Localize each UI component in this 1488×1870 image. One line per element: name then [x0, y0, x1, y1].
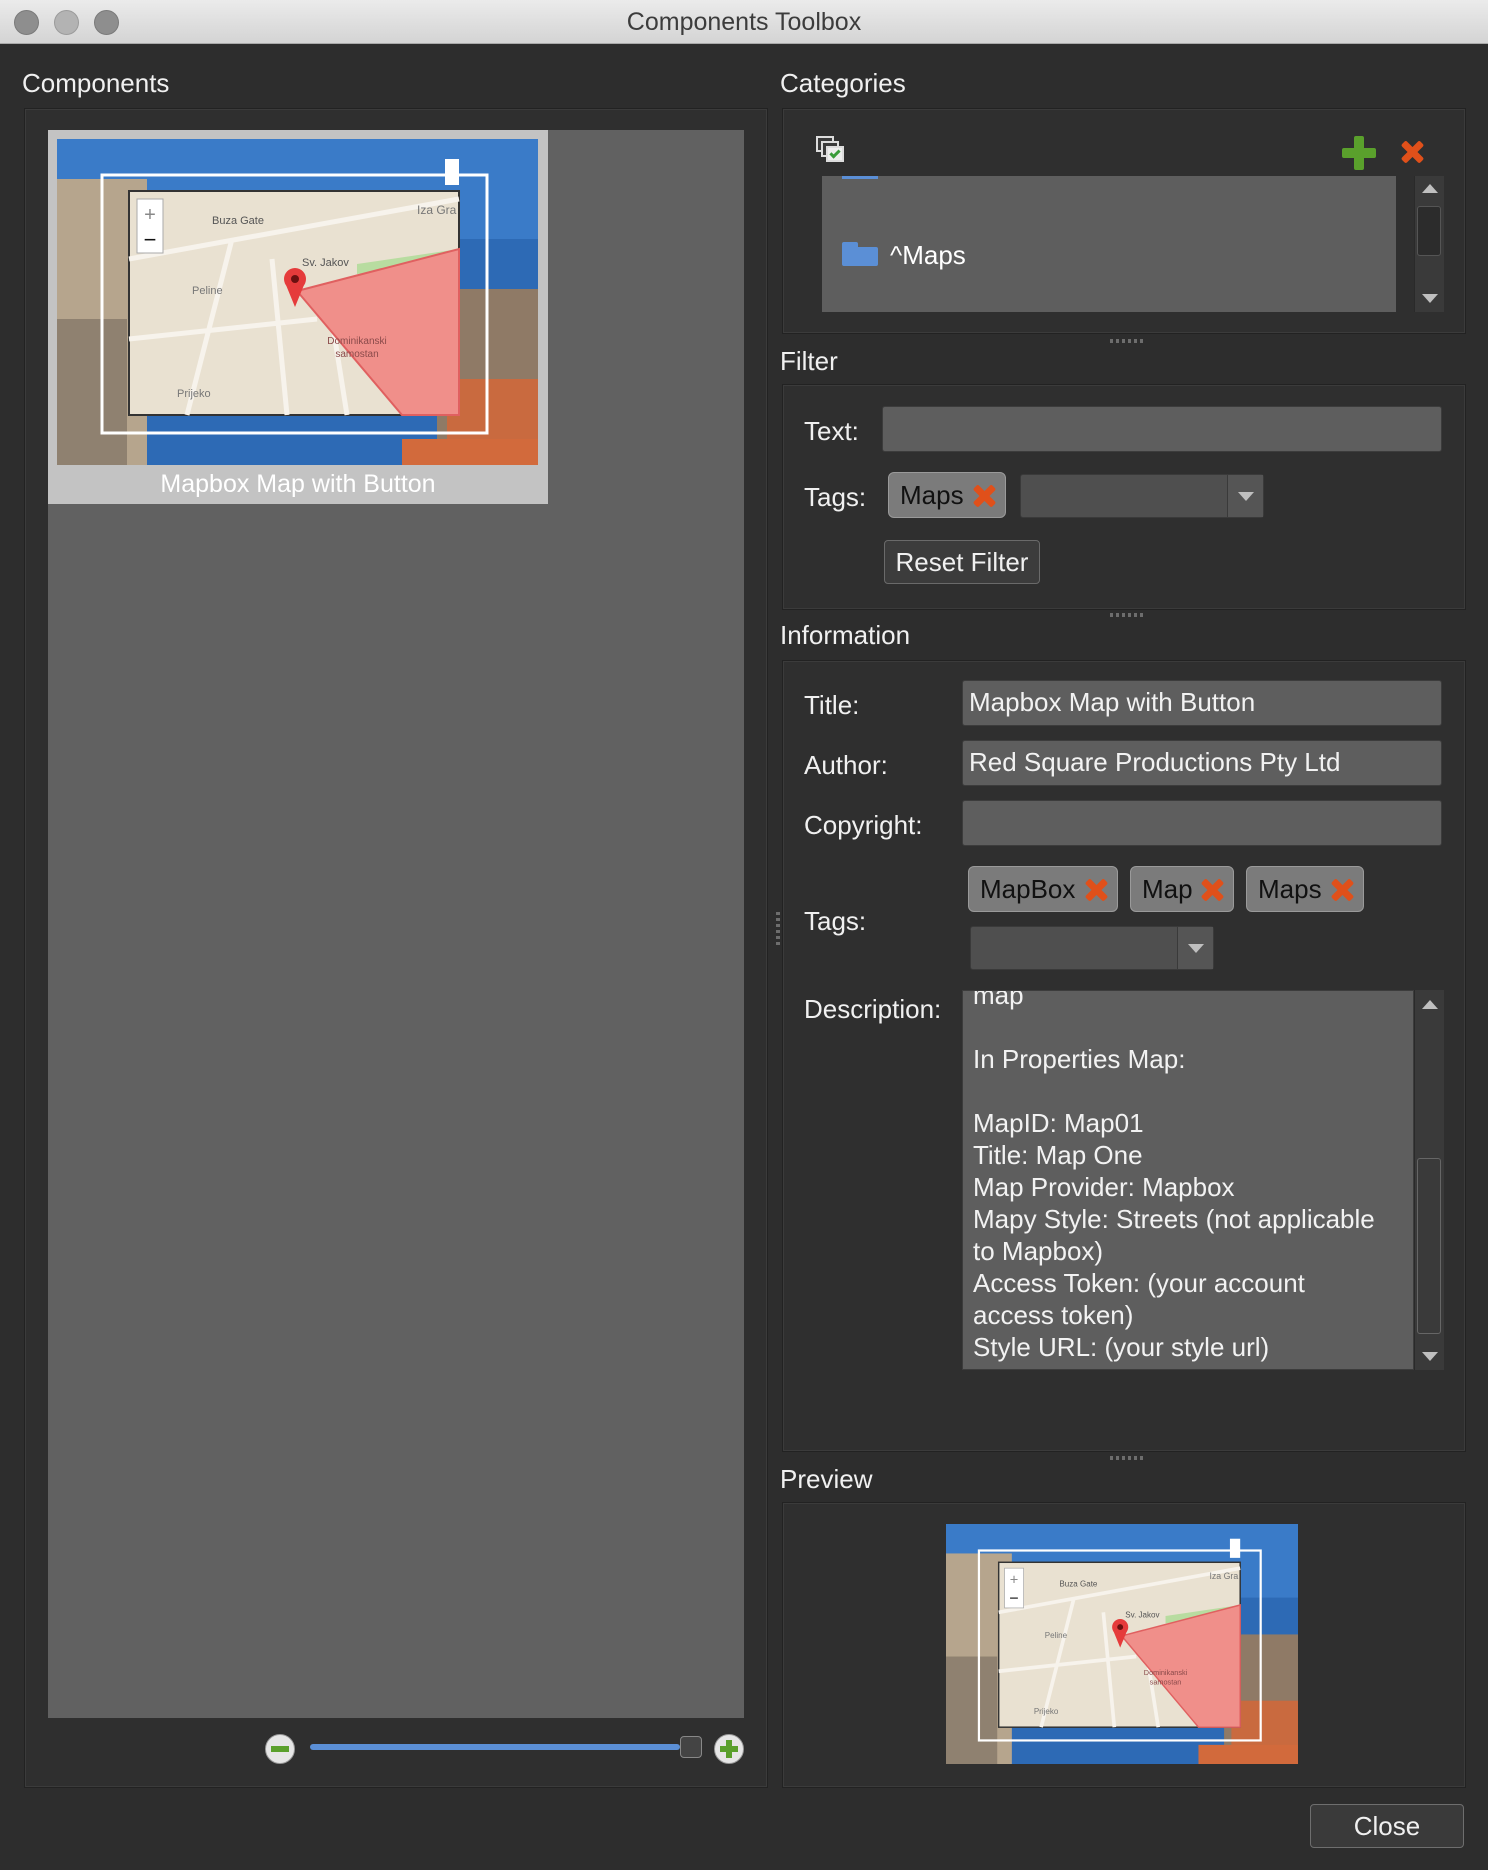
remove-tag-icon[interactable]: [1329, 877, 1355, 903]
description-line: Mapy Style: Streets (not applicable: [973, 1204, 1375, 1234]
zoom-slider-track[interactable]: [310, 1744, 680, 1750]
info-tag-dropdown[interactable]: [970, 926, 1214, 970]
scroll-down-icon[interactable]: [1422, 1352, 1438, 1361]
description-line: to Mapbox): [973, 1236, 1104, 1266]
author-label: Author:: [804, 750, 888, 780]
svg-text:+: +: [144, 204, 156, 226]
title-bar: Components Toolbox: [0, 0, 1488, 44]
add-category-button[interactable]: [1342, 136, 1376, 170]
map-label-peline: Peline: [1045, 1631, 1068, 1640]
description-line: Style URL: (your style url): [973, 1332, 1270, 1362]
svg-text:−: −: [144, 227, 157, 252]
copyright-input[interactable]: [962, 800, 1442, 846]
categories-scrollbar[interactable]: [1414, 176, 1444, 312]
folder-icon: [842, 242, 878, 266]
filter-tags-label: Tags:: [804, 482, 867, 512]
zoom-out-button[interactable]: [265, 1734, 295, 1764]
map-label-buza-gate: Buza Gate: [1059, 1580, 1097, 1589]
description-line: MapID: Map01: [973, 1108, 1144, 1138]
categories-list[interactable]: ^Maps: [822, 176, 1396, 312]
filter-label: Filter: [780, 346, 838, 376]
scroll-up-icon[interactable]: [1422, 1000, 1438, 1009]
map-label-peline: Peline: [192, 285, 223, 297]
filter-tag-dropdown[interactable]: [1020, 474, 1264, 518]
zoom-slider-handle[interactable]: [680, 1736, 702, 1758]
scrollbar-thumb[interactable]: [1417, 206, 1441, 256]
chevron-down-icon: [1238, 492, 1254, 501]
remove-tag-icon[interactable]: [971, 483, 997, 509]
chevron-down-icon: [1188, 944, 1204, 953]
author-input[interactable]: Red Square Productions Pty Ltd: [962, 740, 1442, 786]
delete-category-button[interactable]: [1396, 136, 1430, 170]
description-line: Access Token: (your account: [973, 1268, 1305, 1298]
scrollbar-thumb[interactable]: [1417, 1158, 1441, 1334]
description-scrollbar[interactable]: [1414, 990, 1444, 1370]
description-line: map: [973, 990, 1024, 1010]
title-label: Title:: [804, 690, 860, 720]
map-label-sv-jakov: Sv. Jakov: [302, 257, 349, 269]
description-label: Description:: [804, 994, 942, 1024]
select-all-icon[interactable]: [816, 136, 846, 166]
description-line: In Properties Map:: [973, 1044, 1186, 1074]
description-line: access token): [973, 1300, 1134, 1330]
splitter-grip[interactable]: [1110, 339, 1144, 343]
map-label-sv-jakov: Sv. Jakov: [1125, 1610, 1159, 1619]
filter-text-label: Text:: [804, 416, 859, 446]
components-label: Components: [22, 68, 170, 98]
map-label-iza-gra: Iza Gra: [1209, 1571, 1238, 1581]
preview-label: Preview: [780, 1464, 873, 1494]
minus-icon: [271, 1746, 289, 1752]
description-line: [973, 1011, 1375, 1043]
map-label-prijeko: Prijeko: [1034, 1707, 1059, 1716]
info-tag-maps[interactable]: Maps: [1246, 866, 1364, 912]
remove-tag-icon[interactable]: [1199, 877, 1225, 903]
category-item-maps[interactable]: ^Maps: [890, 240, 966, 271]
categories-label: Categories: [780, 68, 906, 98]
remove-tag-icon[interactable]: [1083, 877, 1109, 903]
reset-filter-button[interactable]: Reset Filter: [884, 540, 1040, 584]
components-list[interactable]: + − Buza Gate Sv. Jakov Iza Gra Peline D…: [48, 130, 744, 1718]
map-label-iza-gra: Iza Gra: [417, 203, 457, 217]
scroll-down-icon[interactable]: [1422, 294, 1438, 303]
component-thumbnail: + − Buza Gate Sv. Jakov Iza Gra Peline D…: [57, 139, 538, 465]
window-title: Components Toolbox: [626, 8, 862, 36]
preview-image: + − Buza Gate Sv. Jakov Iza Gra Peline D…: [946, 1524, 1298, 1764]
map-label-dominikanski: Dominikanski: [1144, 1668, 1188, 1677]
description-textarea[interactable]: map In Properties Map: MapID: Map01 Title: …: [962, 990, 1414, 1370]
map-label-buza-gate: Buza Gate: [212, 215, 264, 227]
splitter-grip[interactable]: [1110, 613, 1144, 617]
zoom-in-button[interactable]: [714, 1734, 744, 1764]
copyright-label: Copyright:: [804, 810, 923, 840]
map-label-samostan: samostan: [335, 349, 378, 360]
map-label-samostan: samostan: [1150, 1677, 1182, 1686]
close-button[interactable]: Close: [1310, 1804, 1464, 1848]
filter-tag-maps[interactable]: Maps: [888, 472, 1006, 518]
svg-text:+: +: [1010, 1572, 1019, 1588]
map-label-prijeko: Prijeko: [177, 388, 211, 400]
filter-text-input[interactable]: [882, 406, 1442, 452]
scroll-up-icon[interactable]: [1422, 184, 1438, 193]
description-line: [973, 1075, 1375, 1107]
component-item-title: Mapbox Map with Button: [160, 470, 436, 498]
info-tags-label: Tags:: [804, 906, 867, 936]
description-line: Title: Map One: [973, 1140, 1143, 1170]
map-label-dominikanski: Dominikanski: [327, 336, 386, 347]
information-label: Information: [780, 620, 911, 650]
svg-text:−: −: [1009, 1589, 1018, 1607]
info-tag-map[interactable]: Map: [1130, 866, 1234, 912]
component-item[interactable]: + − Buza Gate Sv. Jakov Iza Gra Peline D…: [48, 130, 548, 504]
info-tag-mapbox[interactable]: MapBox: [968, 866, 1118, 912]
title-input[interactable]: Mapbox Map with Button: [962, 680, 1442, 726]
splitter-grip[interactable]: [1110, 1456, 1144, 1460]
vertical-splitter[interactable]: [776, 912, 780, 946]
description-line: Map Provider: Mapbox: [973, 1172, 1235, 1202]
delete-icon: [1399, 139, 1427, 167]
